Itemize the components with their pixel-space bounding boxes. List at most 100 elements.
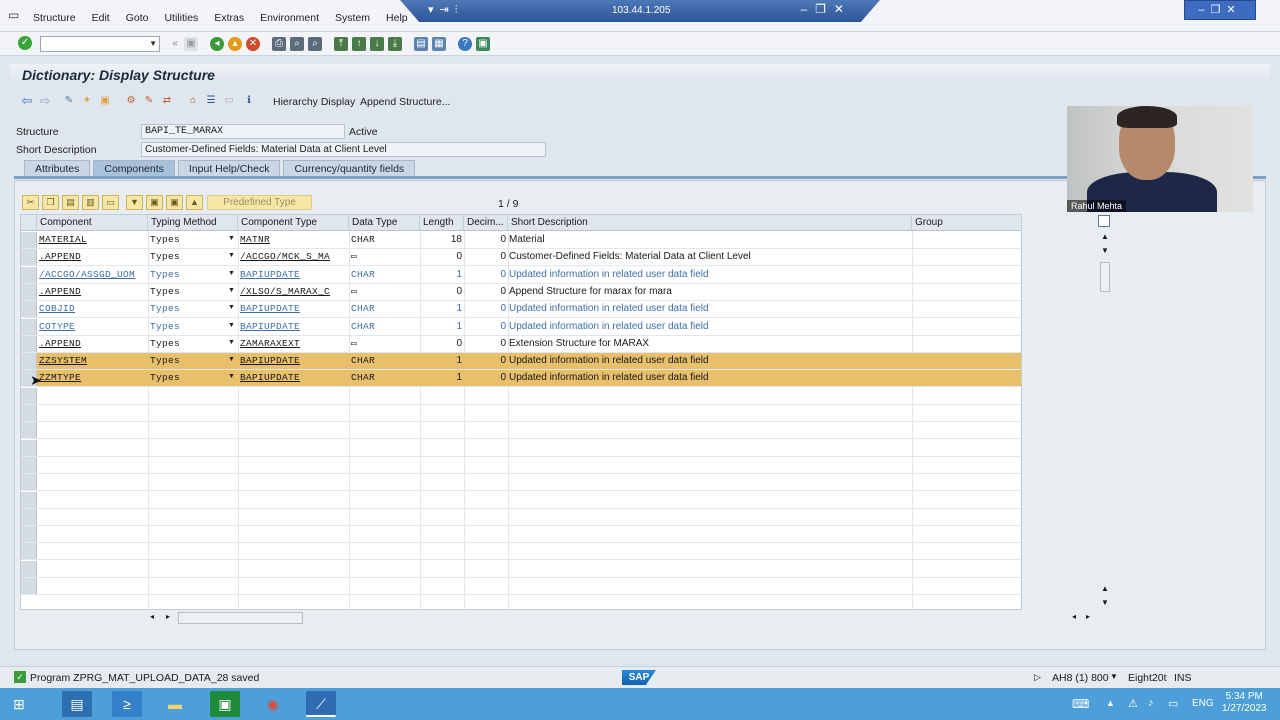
row-selector[interactable] xyxy=(21,491,37,508)
new-session-icon[interactable]: ▤ xyxy=(414,37,428,51)
insert-row-icon[interactable]: ▥ xyxy=(82,195,99,210)
next-row-icon[interactable]: ▣ xyxy=(166,195,183,210)
tech-settings-icon[interactable]: ▭ xyxy=(222,94,236,108)
table-row[interactable]: COTYPE Types BAPIUPDATE CHAR 1 0 Updated infor… xyxy=(21,318,1021,336)
empty-table-row[interactable] xyxy=(21,578,1021,595)
arrow-left-icon[interactable]: ⇦ xyxy=(20,94,34,108)
menu-environment[interactable]: Environment xyxy=(260,12,319,24)
row-selector[interactable] xyxy=(21,335,37,352)
chrome-icon[interactable]: ◉ xyxy=(258,691,288,717)
other-object-icon[interactable]: ✦ xyxy=(80,94,94,108)
documentation-icon[interactable]: ☰ xyxy=(204,94,218,108)
typing-method-dropdown-icon[interactable]: ▼ xyxy=(228,304,235,311)
cell-component[interactable]: COBJID xyxy=(39,303,147,314)
display-change-icon[interactable]: ✎ xyxy=(62,94,76,108)
row-selector[interactable] xyxy=(21,439,37,456)
hierarchy-display-button[interactable]: Hierarchy Display xyxy=(273,96,355,108)
window-controls[interactable]: –❐✕ xyxy=(1184,0,1256,20)
menu-extras[interactable]: Extras xyxy=(214,12,244,24)
column-header-decimals[interactable]: Decim... xyxy=(464,215,508,231)
save-icon[interactable]: ▣ xyxy=(184,37,198,51)
cell-component[interactable]: /ACCGO/ASSGD_UOM xyxy=(39,269,147,280)
row-selector[interactable] xyxy=(21,456,37,473)
header-select-all[interactable] xyxy=(21,215,37,231)
table-row[interactable]: .APPEND Types/XLSO/S_MARAX_C ▭ 0 0 Append Str… xyxy=(21,283,1021,301)
scroll-left-icon[interactable]: ◂ xyxy=(150,612,154,621)
typing-method-dropdown-icon[interactable]: ▼ xyxy=(228,356,235,363)
cell-comptype[interactable]: ZAMARAXEXT xyxy=(240,338,346,349)
chevron-down-icon[interactable]: ▼ xyxy=(149,39,157,48)
cell-component[interactable]: .APPEND xyxy=(39,286,147,297)
row-selector[interactable] xyxy=(21,353,37,370)
row-selector[interactable] xyxy=(21,578,37,594)
menu-structure[interactable]: Structure xyxy=(33,12,76,24)
empty-table-row[interactable] xyxy=(21,439,1021,457)
horizontal-scroll-thumb[interactable] xyxy=(178,612,303,624)
row-selector[interactable] xyxy=(21,318,37,335)
row-selector[interactable] xyxy=(21,387,37,404)
windows-start-icon[interactable]: ⊞ xyxy=(4,691,34,717)
delete-row-icon[interactable]: ▭ xyxy=(102,195,119,210)
first-row-icon[interactable]: ▼ xyxy=(126,195,143,210)
cell-component[interactable]: .APPEND xyxy=(39,338,147,349)
cell-comptype[interactable]: BAPIUPDATE xyxy=(240,372,346,383)
empty-table-row[interactable] xyxy=(21,526,1021,544)
vertical-scrollbar[interactable]: ▲ ▼ ▲ ▼ xyxy=(1099,230,1111,610)
next-page-icon[interactable]: ↓ xyxy=(370,37,384,51)
info-icon[interactable]: ℹ xyxy=(242,94,256,108)
arrow-right-icon[interactable]: ⇨ xyxy=(38,94,52,108)
predefined-type-button[interactable]: Predefined Type xyxy=(207,195,312,210)
row-selector[interactable] xyxy=(21,560,37,577)
table-row[interactable]: .APPEND Types/ACCGO/MCK_S_MA ▭ 0 0 Customer-D… xyxy=(21,249,1021,267)
find-icon[interactable]: ⌕ xyxy=(290,37,304,51)
activate-icon[interactable]: ⚙ xyxy=(124,94,138,108)
typing-method-dropdown-icon[interactable]: ▼ xyxy=(228,373,235,380)
where-used-icon[interactable]: ✎ xyxy=(142,94,156,108)
find-next-icon[interactable]: ⌕ xyxy=(308,37,322,51)
column-header-length[interactable]: Length xyxy=(420,215,464,231)
cell-comptype[interactable]: BAPIUPDATE xyxy=(240,303,346,314)
cell-component[interactable]: .APPEND xyxy=(39,251,147,262)
scroll-down-icon[interactable]: ▼ xyxy=(1101,598,1109,607)
column-header-group[interactable]: Group xyxy=(912,215,1021,231)
scroll-up-icon[interactable]: ▲ xyxy=(1101,232,1109,241)
empty-table-row[interactable] xyxy=(21,405,1021,422)
copy-icon[interactable]: ❐ xyxy=(42,195,59,210)
scroll-right-icon[interactable]: ▸ xyxy=(1086,612,1090,621)
status-expand-icon[interactable]: ▷ xyxy=(1034,672,1041,683)
back-icon[interactable]: ◂ xyxy=(210,37,224,51)
cell-component[interactable]: COTYPE xyxy=(39,321,147,332)
structure-field[interactable]: BAPI_TE_MARAX xyxy=(141,124,345,139)
column-config-icon[interactable] xyxy=(1098,215,1110,227)
empty-table-row[interactable] xyxy=(21,456,1021,474)
row-selector[interactable] xyxy=(21,474,37,491)
typing-method-dropdown-icon[interactable]: ▼ xyxy=(228,235,235,242)
keyboard-icon[interactable]: ⌨ xyxy=(1072,697,1089,711)
first-page-icon[interactable]: ⤒ xyxy=(334,37,348,51)
typing-method-dropdown-icon[interactable]: ▼ xyxy=(228,339,235,346)
scroll-down-page-icon[interactable]: ▲ xyxy=(1101,584,1109,593)
action-center-icon[interactable]: ▭ xyxy=(1168,697,1178,710)
column-header-component-type[interactable]: Component Type xyxy=(238,215,349,231)
paste-icon[interactable]: ▤ xyxy=(62,195,79,210)
scroll-left-end-icon[interactable]: ◂ xyxy=(1072,612,1076,621)
check-icon[interactable]: ▣ xyxy=(98,94,112,108)
menu-utilities[interactable]: Utilities xyxy=(164,12,198,24)
cell-comptype[interactable]: BAPIUPDATE xyxy=(240,269,346,280)
row-selector[interactable] xyxy=(21,405,37,421)
tab-attributes[interactable]: Attributes xyxy=(24,160,91,176)
column-header-typing-method[interactable]: Typing Method xyxy=(148,215,238,231)
powershell-icon[interactable]: ≥ xyxy=(112,691,142,717)
typing-method-dropdown-icon[interactable]: ▼ xyxy=(228,322,235,329)
row-selector[interactable] xyxy=(21,232,37,248)
clock[interactable]: 5:34 PM 1/27/2023 xyxy=(1222,691,1267,715)
column-header-short-description[interactable]: Short Description xyxy=(508,215,912,231)
column-header-data-type[interactable]: Data Type xyxy=(349,215,420,231)
cut-icon[interactable]: ✂ xyxy=(22,195,39,210)
remote-pin-icon[interactable]: ▾⇥⫶ xyxy=(428,3,464,17)
object-list-icon[interactable]: ⇄ xyxy=(160,94,174,108)
append-structure-button[interactable]: Append Structure... xyxy=(360,96,450,108)
scroll-right-small-icon[interactable]: ▸ xyxy=(166,612,170,621)
table-row[interactable]: MATERIAL Types MATNR CHAR 18 0 Material ▼ xyxy=(21,232,1021,249)
table-row[interactable]: ZZMTYPE Types BAPIUPDATE CHAR 1 0 Updated info… xyxy=(21,370,1021,388)
